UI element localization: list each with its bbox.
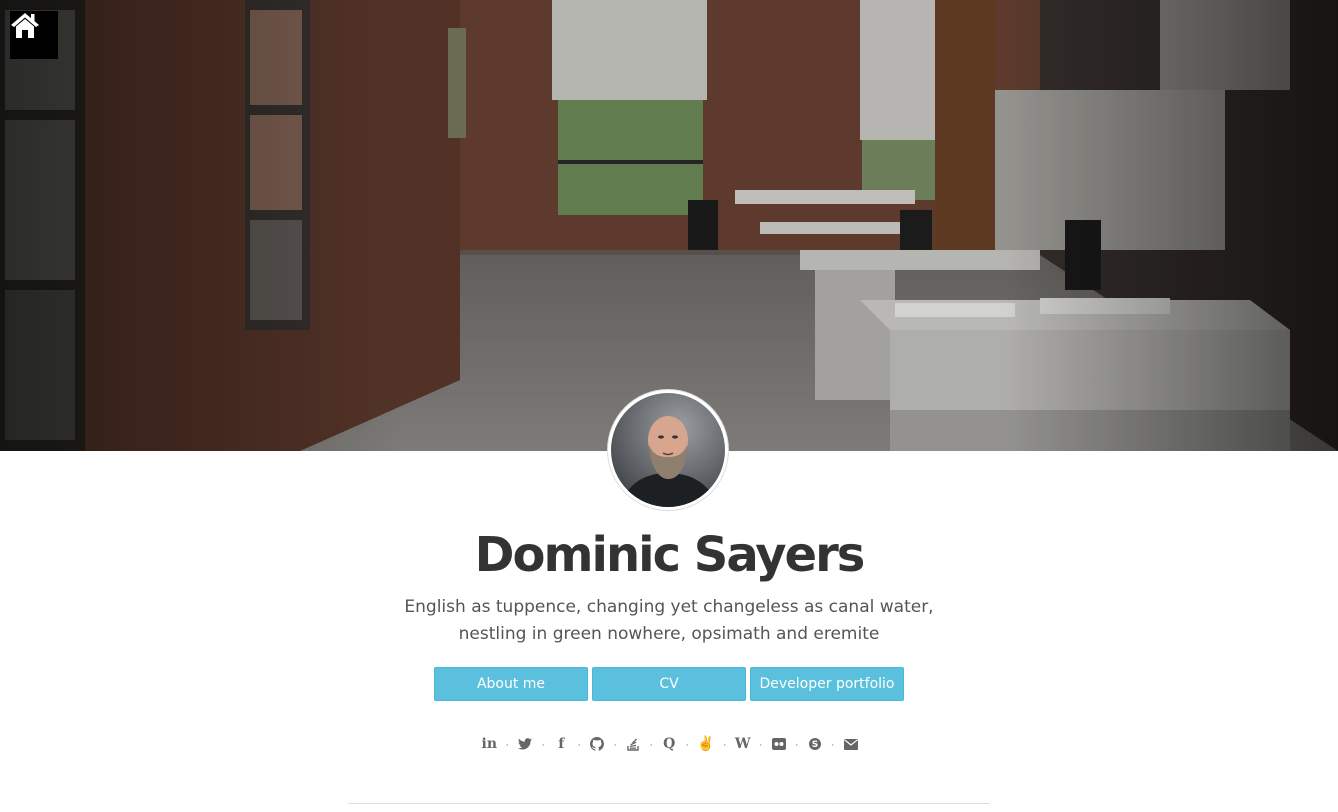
profile-avatar [608, 390, 728, 510]
tagline-line-2: nestling in green nowhere, opsimath and … [458, 624, 880, 644]
hero-banner [0, 0, 1338, 451]
social-links: in · · f · · · Q · ✌ · W · · S · [470, 734, 870, 754]
office-background-image [0, 0, 1338, 451]
primary-buttons: About me CV Developer portfolio [434, 667, 904, 701]
section-divider [348, 803, 990, 804]
separator-dot: · [758, 737, 763, 751]
angellist-icon[interactable]: ✌ [697, 735, 714, 753]
developer-portfolio-button[interactable]: Developer portfolio [750, 667, 904, 701]
facebook-icon[interactable]: f [553, 735, 569, 753]
quora-icon[interactable]: Q [661, 735, 677, 753]
twitter-icon[interactable] [517, 735, 533, 753]
linkedin-icon[interactable]: in [481, 735, 498, 753]
home-icon [11, 13, 39, 38]
flickr-icon[interactable] [771, 735, 787, 753]
home-button[interactable] [10, 11, 58, 59]
separator-dot: · [722, 737, 727, 751]
separator-dot: · [577, 737, 582, 751]
about-me-button[interactable]: About me [434, 667, 588, 701]
email-icon[interactable] [843, 735, 859, 753]
tagline-line-1: English as tuppence, changing yet change… [404, 597, 934, 617]
separator-dot: · [794, 737, 799, 751]
skype-icon[interactable]: S [807, 735, 823, 753]
avatar-photo [611, 393, 725, 507]
separator-dot: · [613, 737, 618, 751]
separator-dot: · [685, 737, 690, 751]
stackoverflow-icon[interactable] [625, 735, 641, 753]
github-icon[interactable] [589, 735, 605, 753]
profile-name: Dominic Sayers [474, 527, 866, 583]
separator-dot: · [649, 737, 654, 751]
separator-dot: · [505, 737, 510, 751]
profile-tagline: English as tuppence, changing yet change… [394, 594, 944, 648]
svg-text:S: S [811, 740, 817, 750]
cv-button[interactable]: CV [592, 667, 746, 701]
separator-dot: · [830, 737, 835, 751]
separator-dot: · [541, 737, 546, 751]
wikipedia-icon[interactable]: W [735, 735, 751, 753]
